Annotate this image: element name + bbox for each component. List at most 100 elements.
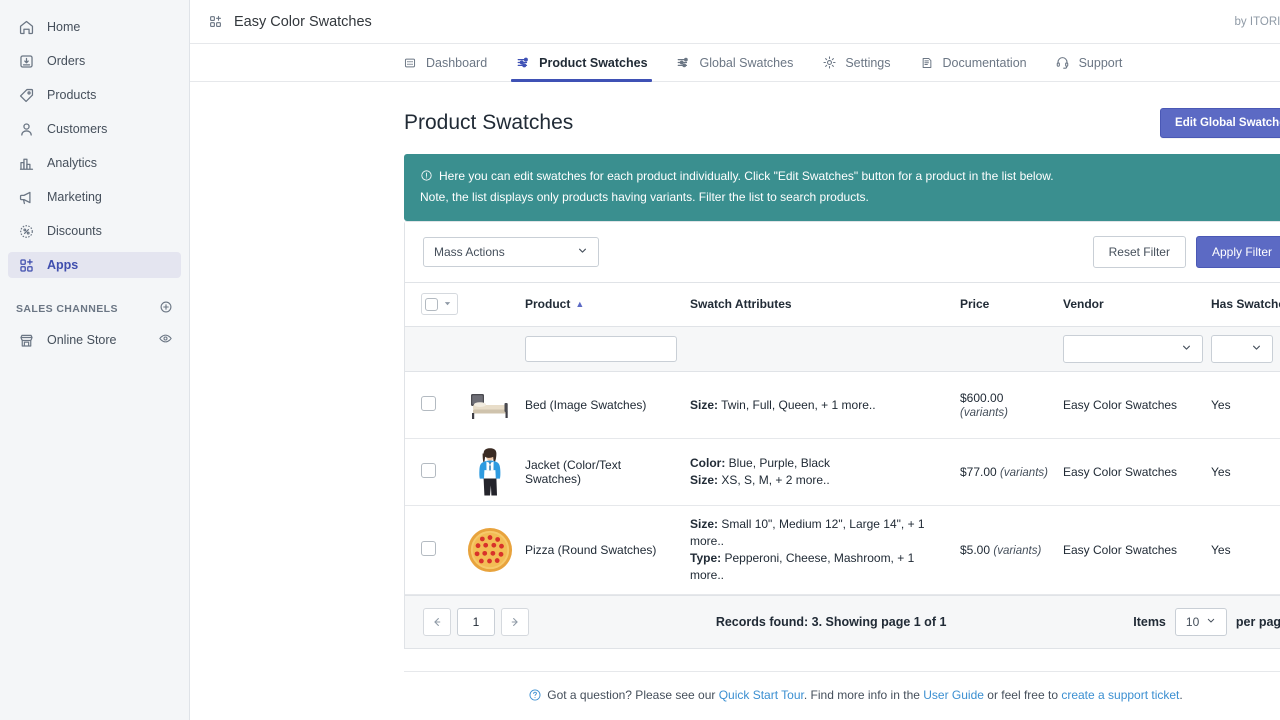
main-area: Easy Color Swatches by ITORIS INC Dashbo… bbox=[190, 0, 1280, 720]
row-thumb-cell bbox=[461, 371, 519, 439]
notice-line-1: Here you can edit swatches for each prod… bbox=[420, 167, 1280, 188]
has-swatches-header[interactable]: Has Swatches bbox=[1205, 283, 1280, 327]
user-guide-link[interactable]: User Guide bbox=[923, 688, 984, 702]
select-all-checkbox[interactable] bbox=[425, 297, 438, 311]
thumbnail-header bbox=[461, 283, 519, 327]
column-label: Product bbox=[525, 297, 571, 311]
tab-global-swatches[interactable]: Global Swatches bbox=[676, 44, 808, 81]
mass-actions-value: Mass Actions bbox=[434, 245, 505, 259]
row-product-name: Jacket (Color/Text Swatches) bbox=[519, 438, 684, 506]
price-note: (variants) bbox=[1000, 467, 1048, 479]
footer-text-2: . Find more info in the bbox=[803, 688, 924, 702]
reset-filter-button[interactable]: Reset Filter bbox=[1092, 236, 1186, 268]
sidebar-item-customers[interactable]: Customers bbox=[8, 116, 181, 142]
document-icon bbox=[919, 55, 935, 71]
attribute-line: Size: Twin, Full, Queen, + 1 more.. bbox=[690, 397, 948, 414]
select-all-dropdown[interactable] bbox=[421, 293, 458, 315]
mass-actions-select[interactable]: Mass Actions bbox=[423, 237, 599, 267]
sidebar-item-analytics[interactable]: Analytics bbox=[8, 150, 181, 176]
select-all-header bbox=[405, 283, 461, 327]
orders-icon bbox=[16, 52, 36, 70]
vendor-header[interactable]: Vendor bbox=[1057, 283, 1205, 327]
sidebar-item-marketing[interactable]: Marketing bbox=[8, 184, 181, 210]
tab-documentation[interactable]: Documentation bbox=[919, 44, 1041, 81]
sidebar-item-label: Marketing bbox=[47, 189, 102, 204]
items-per-page-group: Items 10 per page bbox=[1133, 608, 1280, 636]
swatch-attributes-header[interactable]: Swatch Attributes bbox=[684, 283, 954, 327]
row-thumb-cell bbox=[461, 505, 519, 595]
items-label: Items bbox=[1133, 615, 1166, 629]
tab-label: Settings bbox=[845, 55, 891, 70]
customers-icon bbox=[16, 120, 36, 138]
tab-label: Dashboard bbox=[426, 55, 488, 70]
sidebar-item-apps[interactable]: Apps bbox=[8, 252, 181, 278]
price-value: $5.00 bbox=[960, 543, 991, 557]
product-header[interactable]: Product ▲ bbox=[519, 283, 684, 327]
tab-label: Product Swatches bbox=[539, 55, 648, 70]
quick-start-tour-link[interactable]: Quick Start Tour bbox=[719, 688, 804, 702]
pagination-bar: Records found: 3. Showing page 1 of 1 It… bbox=[405, 595, 1280, 648]
page-header: Product Swatches Edit Global Swatches bbox=[404, 100, 1280, 146]
footer-text-4: . bbox=[1179, 688, 1183, 702]
row-checkbox[interactable] bbox=[421, 541, 436, 556]
chevron-down-icon[interactable] bbox=[443, 297, 452, 311]
row-has-swatches: Yes bbox=[1205, 505, 1280, 595]
has-swatches-filter-select[interactable] bbox=[1211, 335, 1273, 363]
attribute-line: Type: Pepperoni, Cheese, Mashroom, + 1 m… bbox=[690, 550, 948, 584]
price-header[interactable]: Price bbox=[954, 283, 1057, 327]
row-product-name: Bed (Image Swatches) bbox=[519, 371, 684, 439]
page-content: Product Swatches Edit Global Swatches He… bbox=[190, 82, 1280, 720]
marketing-megaphone-icon bbox=[16, 188, 36, 206]
records-summary: Records found: 3. Showing page 1 of 1 bbox=[715, 615, 947, 629]
tab-support[interactable]: Support bbox=[1055, 44, 1137, 81]
attribute-values: XS, S, M, + 2 more.. bbox=[721, 473, 830, 487]
page-title: Product Swatches bbox=[404, 111, 574, 134]
sidebar-item-label: Customers bbox=[47, 121, 108, 136]
gear-icon bbox=[821, 55, 837, 71]
attribute-line: Size: Small 10", Medium 12", Large 14", … bbox=[690, 516, 948, 550]
grid-toolbar: Mass Actions Reset Filter Apply Filter bbox=[405, 222, 1280, 283]
sidebar-item-products[interactable]: Products bbox=[8, 82, 181, 108]
next-page-button[interactable] bbox=[501, 608, 529, 636]
sidebar-item-discounts[interactable]: Discounts bbox=[8, 218, 181, 244]
attribute-name: Color: bbox=[690, 456, 726, 470]
sidebar-item-label: Online Store bbox=[47, 332, 117, 347]
attribute-name: Size: bbox=[690, 397, 719, 412]
support-ticket-link[interactable]: create a support ticket bbox=[1061, 688, 1179, 702]
apply-filter-button[interactable]: Apply Filter bbox=[1195, 236, 1280, 268]
sidebar-item-home[interactable]: Home bbox=[8, 14, 181, 40]
row-attributes: Color: Blue, Purple, Black Size: XS, S, … bbox=[684, 438, 954, 506]
tab-settings[interactable]: Settings bbox=[821, 44, 904, 81]
sidebar-item-label: Analytics bbox=[47, 155, 98, 170]
vendor-filter-select[interactable] bbox=[1063, 335, 1203, 363]
row-attributes: Size: Twin, Full, Queen, + 1 more.. bbox=[684, 371, 954, 439]
chevron-down-icon bbox=[576, 244, 589, 260]
previous-page-button[interactable] bbox=[423, 608, 451, 636]
sidebar-item-label: Discounts bbox=[47, 223, 102, 238]
tab-label: Global Swatches bbox=[699, 55, 794, 70]
store-icon bbox=[16, 331, 36, 349]
filter-cell-price bbox=[954, 326, 1057, 372]
question-circle-icon bbox=[528, 688, 542, 705]
sidebar-item-orders[interactable]: Orders bbox=[8, 48, 181, 74]
product-filter-input[interactable] bbox=[525, 336, 677, 362]
row-checkbox[interactable] bbox=[421, 396, 436, 411]
attribute-line: Color: Blue, Purple, Black bbox=[690, 455, 948, 472]
add-sales-channel-icon[interactable] bbox=[159, 300, 173, 317]
row-vendor: Easy Color Swatches bbox=[1057, 371, 1205, 439]
page-number-input[interactable] bbox=[457, 608, 495, 636]
tab-product-swatches[interactable]: Product Swatches bbox=[511, 44, 661, 82]
notice-text-2: Note, the list displays only products ha… bbox=[420, 190, 869, 204]
items-per-page-select[interactable]: 10 bbox=[1174, 608, 1227, 636]
row-price: $5.00 (variants) bbox=[954, 505, 1057, 595]
preview-store-eye-icon[interactable] bbox=[158, 331, 173, 349]
row-has-swatches: Yes bbox=[1205, 371, 1280, 439]
notice-text-1: Here you can edit swatches for each prod… bbox=[439, 169, 1054, 183]
sidebar-item-online-store[interactable]: Online Store bbox=[8, 327, 181, 353]
sliders-icon bbox=[515, 55, 531, 71]
sidebar: Home Orders Products Customers Analytics bbox=[0, 0, 190, 720]
edit-global-swatches-button[interactable]: Edit Global Swatches bbox=[1160, 108, 1280, 138]
row-select-cell bbox=[405, 505, 461, 595]
tab-dashboard[interactable]: Dashboard bbox=[402, 44, 501, 81]
row-checkbox[interactable] bbox=[421, 463, 436, 478]
